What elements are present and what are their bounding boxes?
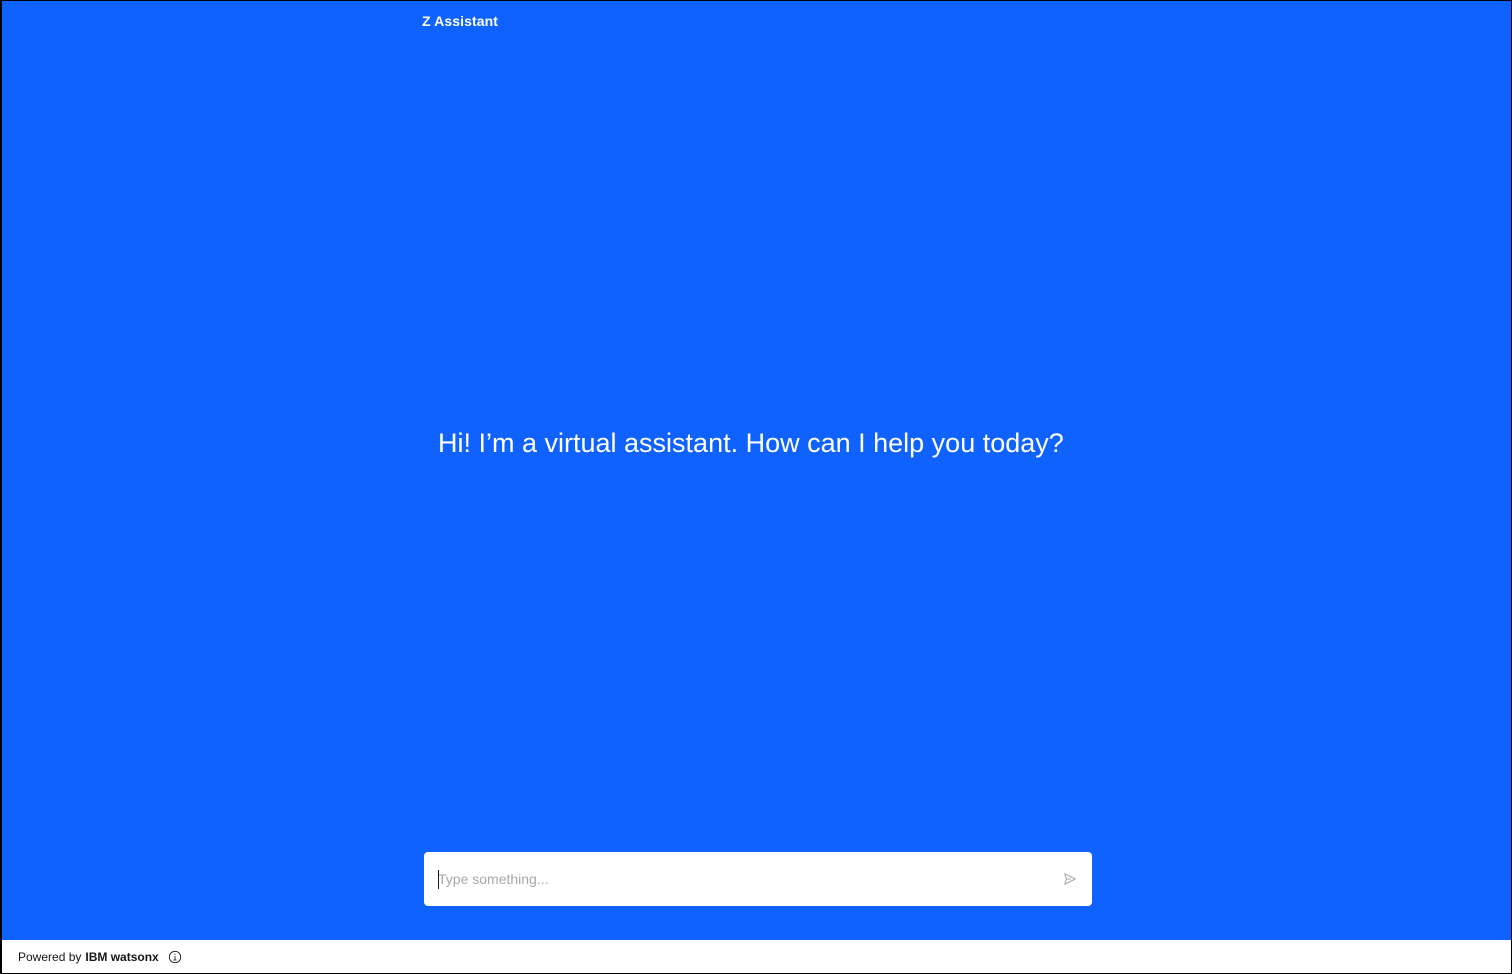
message-input[interactable] <box>424 852 1048 906</box>
greeting-message: Hi! I’m a virtual assistant. How can I h… <box>438 428 1064 458</box>
brand-name: IBM watsonx <box>85 949 159 964</box>
app-title: Z Assistant <box>422 13 499 29</box>
text-cursor <box>438 870 439 889</box>
send-icon <box>1064 873 1076 885</box>
info-icon <box>168 950 181 963</box>
send-button[interactable] <box>1048 852 1092 906</box>
message-composer <box>424 852 1092 906</box>
powered-by-label: Powered by <box>18 949 82 964</box>
info-button[interactable] <box>167 949 183 965</box>
chat-window: Z Assistant Hi! I’m a virtual assistant.… <box>2 1 1511 973</box>
footer: Powered by IBM watsonx <box>2 940 1511 973</box>
